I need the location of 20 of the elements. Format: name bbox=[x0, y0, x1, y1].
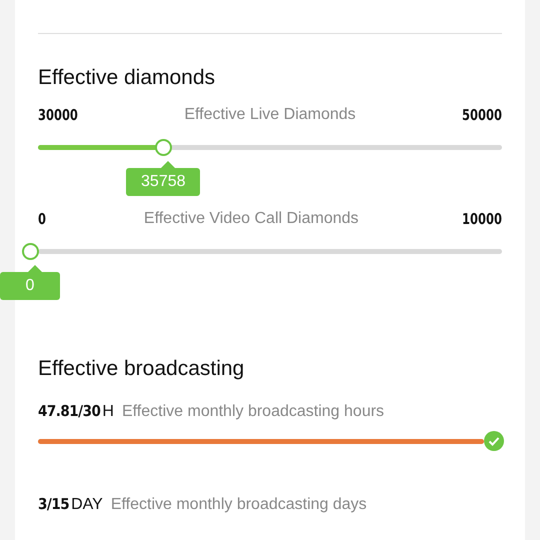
range-max: 10000 bbox=[462, 210, 502, 228]
progress-reading: 47.81/30 bbox=[38, 402, 100, 420]
progress-reading: 3/15 bbox=[38, 495, 70, 513]
slider-thumb[interactable] bbox=[22, 243, 39, 260]
value-tooltip: 35758 bbox=[126, 168, 200, 196]
progress-label: Effective monthly broadcasting hours bbox=[122, 403, 384, 421]
slider-track[interactable] bbox=[38, 249, 502, 254]
value-tooltip: 0 bbox=[0, 272, 60, 300]
slider-label: Effective Video Call Diamonds bbox=[144, 210, 359, 228]
range-min: 30000 bbox=[38, 106, 78, 124]
progress-label: Effective monthly broadcasting days bbox=[110, 496, 367, 514]
slider-label: Effective Live Diamonds bbox=[184, 106, 356, 124]
slider-track[interactable] bbox=[38, 145, 502, 150]
section-title: Effective diamonds bbox=[38, 65, 216, 91]
section-title: Effective broadcasting bbox=[38, 356, 246, 382]
unit-label: H bbox=[102, 403, 114, 421]
range-min: 0 bbox=[38, 210, 46, 228]
slider-thumb[interactable] bbox=[155, 139, 172, 156]
range-max: 50000 bbox=[462, 106, 502, 124]
unit-label: DAY bbox=[71, 496, 103, 514]
